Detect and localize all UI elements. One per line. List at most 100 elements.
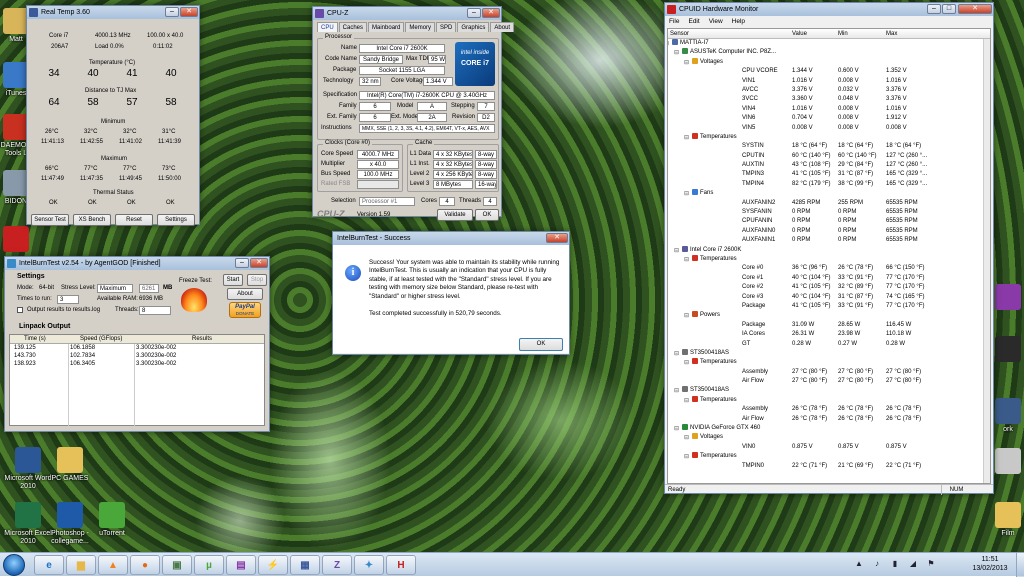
sensor-row[interactable]: VIN0 0.875 V 0.875 V 0.875 V [668,443,990,452]
hwm-col-min[interactable]: Min [838,29,848,39]
hwm-col-sensor[interactable]: Sensor [670,29,689,39]
volume-icon[interactable]: ♪ [868,559,886,568]
sensor-row[interactable]: IA Cores 26.31 W 23.98 W 110.18 W [668,330,990,339]
taskbar-ie-button[interactable]: e [34,555,64,575]
taskbar-daemon-tools-button[interactable]: ⚡ [258,555,288,575]
linpack-col-1[interactable]: Speed (GFlops) [80,336,122,342]
start-orb-button[interactable] [3,554,25,576]
taskbar-firefox-button[interactable]: ● [130,555,160,575]
sensor-row[interactable]: Core #0 36 °C (96 °F) 26 °C (78 °F) 66 °C (… [668,264,990,273]
sensor-row[interactable]: VIN5 0.008 V 0.008 V 0.008 V [668,124,990,133]
hwm-maximize-button[interactable]: □ [942,4,956,14]
hwm-titlebar[interactable]: CPUID Hardware Monitor – □ ✕ [665,3,993,16]
taskbar-realtemp-button[interactable]: ▦ [290,555,320,575]
hwm-col-value[interactable]: Value [792,29,807,39]
sensor-row[interactable]: AUXFANIN1 0 RPM 0 RPM 65535 RPM [668,236,990,245]
desktop-folder-icon[interactable]: Film [984,502,1024,538]
tree-node[interactable]: Intel Core i7 2600K ⊟ [668,245,990,255]
desktop-excel-icon[interactable]: Microsoft Excel 2010 [4,502,52,546]
ibt-success-dialog[interactable]: IntelBurnTest - Success ✕ i Success! You… [332,231,570,355]
menu-view[interactable]: View [709,18,723,25]
action-center-icon[interactable]: ⚑ [922,559,940,568]
tree-node[interactable]: Voltages ⊟ [668,433,990,442]
sensor-row[interactable]: AUXTIN 43 °C (108 °F) 29 °C (84 °F) 127 °C … [668,161,990,170]
clock-date[interactable]: 13/02/2013 [968,565,1012,572]
cpuz-tab-cpu[interactable]: CPU [317,22,338,32]
sensor-row[interactable]: VIN6 0.704 V 0.008 V 1.912 V [668,114,990,123]
sensor-row[interactable]: Package 41 °C (105 °F) 33 °C (91 °F) 77 °C … [668,302,990,311]
tree-node[interactable]: ST3500418AS ⊟ [668,386,990,395]
tree-node[interactable]: Fans ⊟ [668,189,990,198]
sensor-row[interactable]: Assembly 26 °C (78 °F) 26 °C (78 °F) 26 °C … [668,405,990,414]
sensor-row[interactable]: VIN1 1.016 V 0.008 V 1.016 V [668,77,990,86]
tree-node[interactable]: Voltages ⊟ [668,57,990,67]
tree-node[interactable]: Temperatures ⊟ [668,132,990,142]
processor-select[interactable]: Processor #1 [359,197,415,206]
hwmonitor-window[interactable]: CPUID Hardware Monitor – □ ✕ File Edit Vie… [664,2,994,495]
cpuz-ok-button[interactable]: OK [475,209,499,221]
sensor-row[interactable]: GT 0.28 W 0.27 W 0.28 W [668,340,990,349]
hwm-col-max[interactable]: Max [886,29,897,39]
stop-button[interactable]: Stop [247,274,267,286]
ibt-close-button[interactable]: ✕ [250,258,268,268]
ibt-dialog-ok-button[interactable]: OK [519,338,563,351]
taskbar-app-button[interactable]: ▣ [162,555,192,575]
start-button[interactable]: Start [223,274,243,286]
memory-size-field[interactable]: 6261 [139,284,159,293]
sensor-row[interactable]: SYSFANIN 0 RPM 0 RPM 65535 RPM [668,208,990,217]
desktop-power-icon[interactable] [0,226,40,254]
battery-icon[interactable]: ▮ [886,559,904,568]
sensor-row[interactable]: TMPIN0 22 °C (71 °F) 21 °C (69 °F) 22 °C (7… [668,462,990,471]
cpuz-close-button[interactable]: ✕ [482,8,500,18]
realtemp-minimize-button[interactable]: – [165,7,179,17]
cpuz-tab-memory[interactable]: Memory [405,22,436,32]
tree-node[interactable]: Temperatures ⊟ [668,452,990,461]
sensor-row[interactable]: AVCC 3.376 V 0.032 V 3.376 V [668,86,990,95]
taskbar-intelburntest-button[interactable]: ✦ [354,555,384,575]
threads-select[interactable]: 8 [139,306,171,315]
about-button[interactable]: About [227,288,263,300]
cpuz-minimize-button[interactable]: – [467,8,481,18]
sensor-row[interactable]: 3VCC 3.360 V 0.048 V 3.376 V [668,95,990,104]
network-icon[interactable]: ◢ [904,559,922,568]
sensor-row[interactable]: Core #3 40 °C (104 °F) 31 °C (87 °F) 74 °C … [668,293,990,302]
cpuz-tab-graphics[interactable]: Graphics [457,22,490,32]
tree-node[interactable]: Powers ⊟ [668,311,990,320]
ibt-dialog-close-button[interactable]: ✕ [546,233,568,243]
reset-button[interactable]: Reset [115,214,153,226]
linpack-col-0[interactable]: Time (s) [24,336,46,342]
sensor-row[interactable]: Air Flow 27 °C (80 °F) 27 °C (80 °F) 27 °C … [668,377,990,386]
ibt-dialog-titlebar[interactable]: IntelBurnTest - Success ✕ [333,232,569,245]
validate-button[interactable]: Validate [437,209,473,221]
paypal-donate-button[interactable]: PayPal DONATE [229,302,261,318]
sensor-row[interactable]: Assembly 27 °C (80 °F) 27 °C (80 °F) 27 °C … [668,368,990,377]
sensor-row[interactable]: CPU VCORE 1.344 V 0.600 V 1.352 V [668,67,990,76]
sensor-row[interactable]: TMPIN3 41 °C (105 °F) 31 °C (87 °F) 165 °C … [668,170,990,179]
times-to-run-field[interactable]: 3 [57,295,79,304]
tree-node[interactable]: Temperatures ⊟ [668,395,990,405]
intelburntest-window[interactable]: IntelBurnTest v2.54 - by AgentGOD [Finis… [4,256,270,432]
desktop-folder-icon[interactable]: PC GAMES [46,447,94,483]
taskbar-app-button[interactable]: ▤ [226,555,256,575]
sensor-row[interactable]: CPUTIN 60 °C (140 °F) 60 °C (140 °F) 127 °C… [668,152,990,161]
cpuz-tab-spd[interactable]: SPD [436,22,457,32]
desktop-utorrent-icon[interactable]: uTorrent [88,502,136,538]
tree-node[interactable]: Temperatures ⊟ [668,358,990,367]
sensor-row[interactable]: TMPIN4 82 °C (179 °F) 38 °C (99 °F) 165 °C … [668,180,990,189]
output-results-checkbox[interactable] [17,307,23,313]
show-desktop-button[interactable] [1016,553,1024,577]
cpuz-tab-caches[interactable]: Caches [338,22,368,32]
menu-file[interactable]: File [669,18,679,25]
xs-bench-button[interactable]: XS Bench [73,214,111,226]
cpuz-window[interactable]: CPU-Z – ✕ CPU Caches Mainboard Memory SPD Gra… [312,6,515,221]
sensor-row[interactable]: VIN4 1.016 V 0.008 V 1.016 V [668,105,990,114]
linpack-col-2[interactable]: Results [192,336,212,342]
taskbar-explorer-button[interactable]: ▆ [66,555,96,575]
desktop-photoshop-icon[interactable]: Photoshop - collegame... [46,502,94,546]
sensor-row[interactable]: AUXFANIN0 0 RPM 0 RPM 65535 RPM [668,227,990,236]
taskbar-hwmonitor-button[interactable]: H [386,555,416,575]
tree-node[interactable]: NVIDIA GeForce GTX 460 ⊟ [668,424,990,433]
menu-help[interactable]: Help [732,18,745,25]
cpuz-tab-about[interactable]: About [490,22,515,32]
sensor-row[interactable]: Core #1 40 °C (104 °F) 33 °C (91 °F) 77 °C … [668,274,990,283]
